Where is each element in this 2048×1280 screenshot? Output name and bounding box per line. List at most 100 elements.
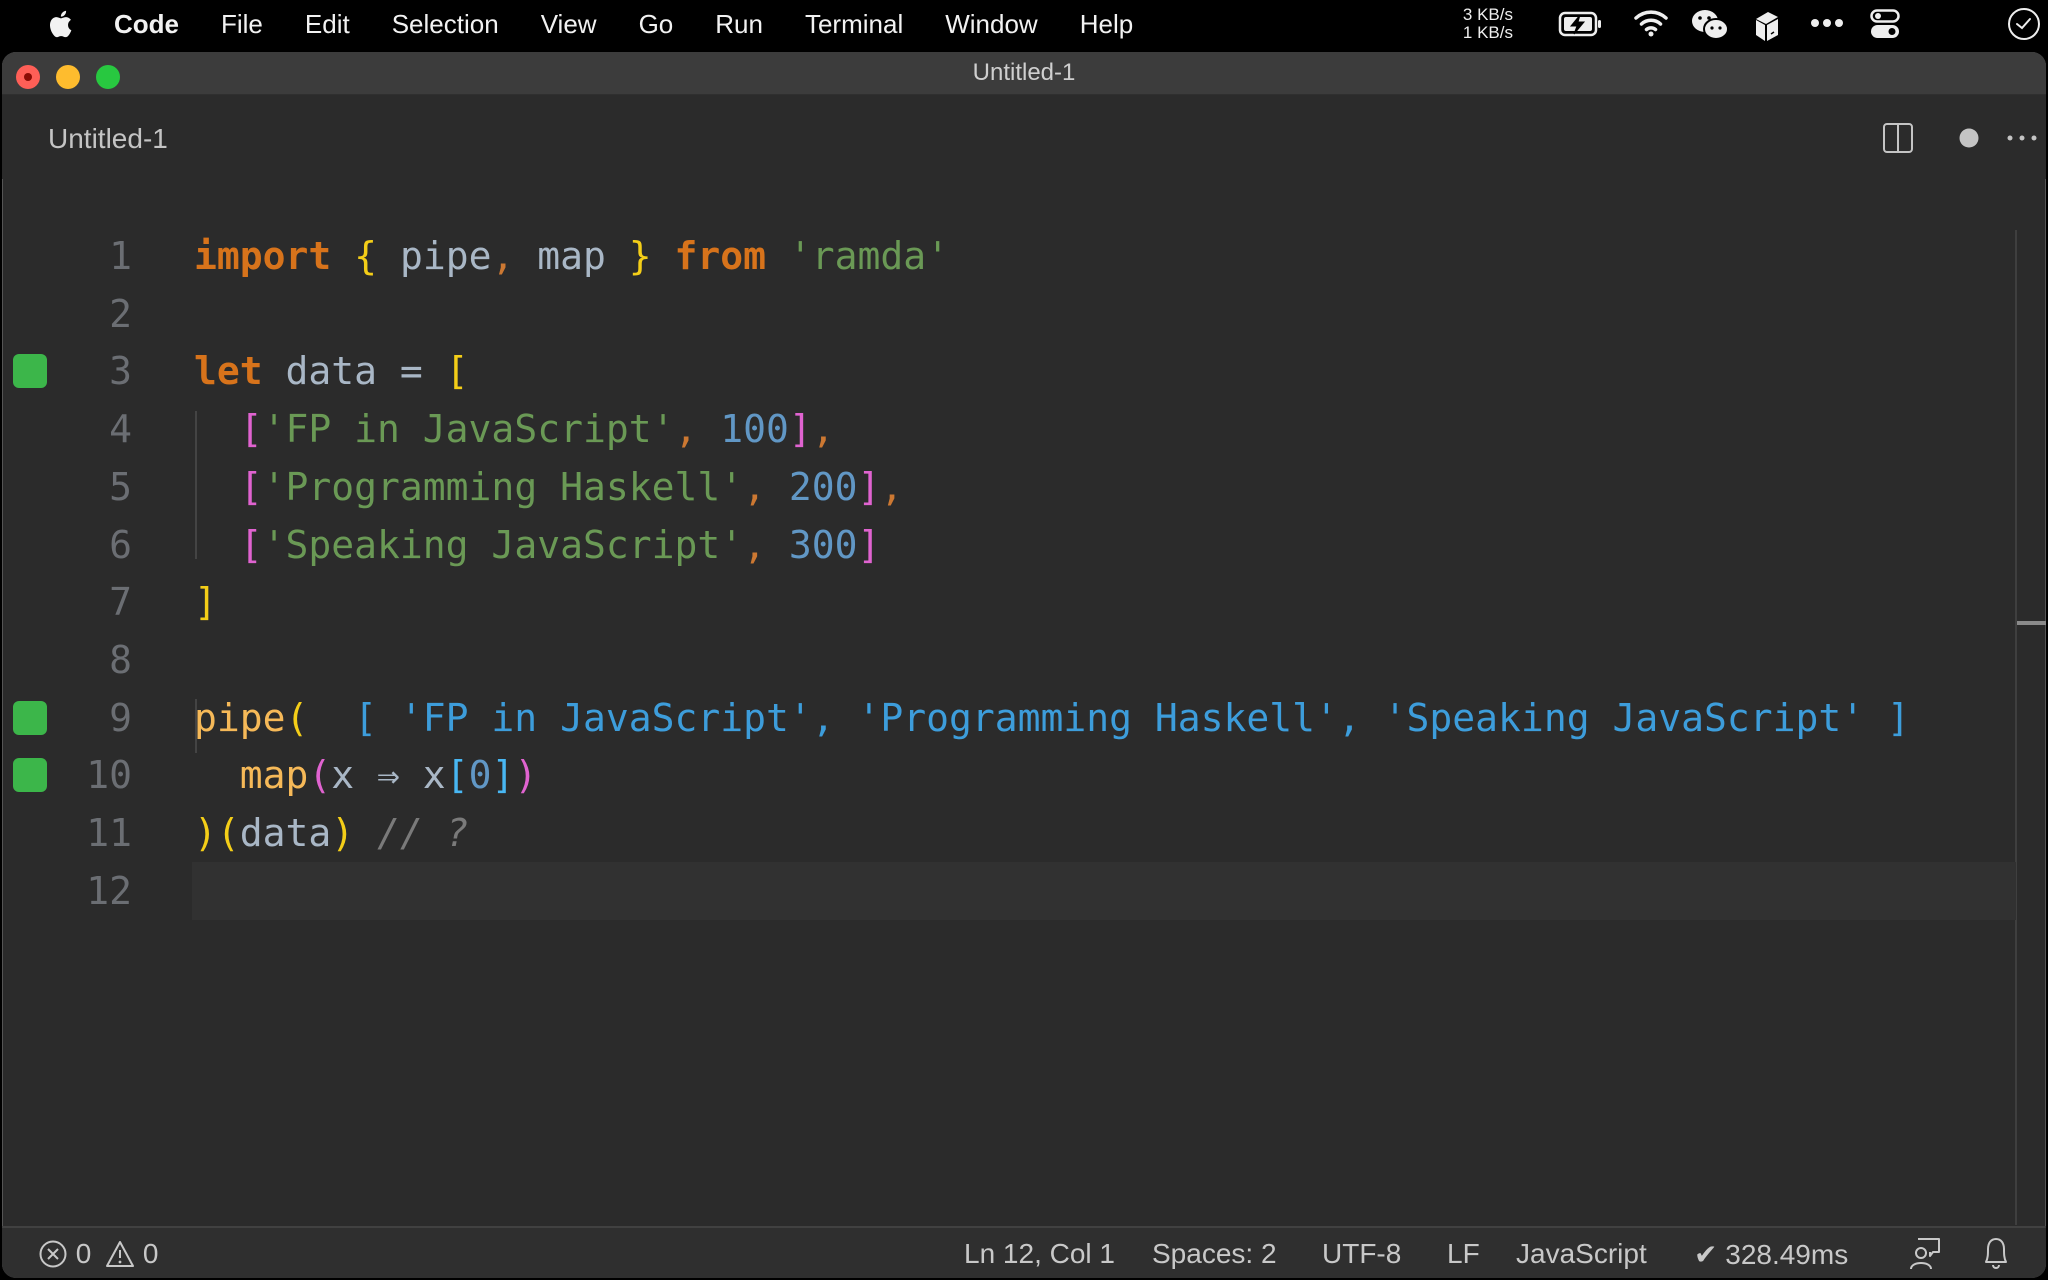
code-token: pipe bbox=[194, 696, 286, 740]
title-bar[interactable]: Untitled-1 bbox=[2, 52, 2046, 95]
package-icon[interactable] bbox=[1752, 9, 1782, 43]
feedback-icon[interactable] bbox=[1909, 1236, 1941, 1270]
coverage-marker-icon[interactable] bbox=[13, 758, 47, 792]
code-token: , bbox=[674, 407, 698, 451]
code-line[interactable]: 5 ['Programming Haskell', 200], bbox=[2, 458, 2046, 516]
line-number[interactable]: 3 bbox=[62, 342, 132, 400]
code-token: 200 bbox=[788, 465, 858, 509]
code-token: } bbox=[628, 234, 652, 278]
line-number[interactable]: 7 bbox=[62, 573, 132, 631]
battery-charging-icon[interactable] bbox=[1558, 9, 1604, 39]
code-token: , bbox=[880, 465, 904, 509]
line-number[interactable]: 1 bbox=[62, 227, 132, 285]
code-token: ] bbox=[788, 407, 812, 451]
line-number[interactable]: 2 bbox=[62, 285, 132, 343]
line-source: )(data) // ? bbox=[194, 804, 469, 862]
quokka-timing[interactable]: ✔ 328.49ms bbox=[1694, 1238, 1848, 1271]
code-line[interactable]: 6 ['Speaking JavaScript', 300] bbox=[2, 516, 2046, 574]
code-line[interactable]: 9 pipe( [ 'FP in JavaScript', 'Programmin… bbox=[2, 689, 2046, 747]
code-token: { bbox=[354, 234, 378, 278]
menu-selection[interactable]: Selection bbox=[392, 9, 499, 40]
menu-window[interactable]: Window bbox=[945, 9, 1037, 40]
code-token: map bbox=[514, 234, 629, 278]
line-number[interactable]: 5 bbox=[62, 458, 132, 516]
eol-setting[interactable]: LF bbox=[1447, 1238, 1480, 1270]
code-token: [ bbox=[239, 465, 263, 509]
unsaved-dot-icon[interactable] bbox=[1958, 127, 1980, 149]
code-token: data bbox=[239, 811, 332, 855]
menu-terminal[interactable]: Terminal bbox=[805, 9, 903, 40]
code-token: data = bbox=[262, 349, 446, 393]
line-number[interactable]: 8 bbox=[62, 631, 132, 689]
code-token: [ bbox=[239, 523, 263, 567]
coverage-marker-icon[interactable] bbox=[13, 701, 47, 735]
line-number[interactable]: 11 bbox=[62, 804, 132, 862]
indentation-setting[interactable]: Spaces: 2 bbox=[1152, 1238, 1277, 1270]
network-speed[interactable]: 3 KB/s 1 KB/s bbox=[1443, 6, 1513, 42]
code-line[interactable]: 4 ['FP in JavaScript', 100], bbox=[2, 400, 2046, 458]
menu-go[interactable]: Go bbox=[639, 9, 674, 40]
menu-view[interactable]: View bbox=[541, 9, 597, 40]
code-line[interactable]: 12 bbox=[2, 862, 2046, 920]
menu-help[interactable]: Help bbox=[1080, 9, 1133, 40]
code-token: ) bbox=[194, 811, 217, 855]
line-number[interactable]: 10 bbox=[62, 746, 132, 804]
line-source: import { pipe, map } from 'ramda' bbox=[194, 227, 949, 285]
code-token: ( bbox=[308, 753, 332, 797]
menu-app-name[interactable]: Code bbox=[114, 9, 179, 40]
code-line[interactable]: 11 )(data) // ? bbox=[2, 804, 2046, 862]
menu-file[interactable]: File bbox=[221, 9, 263, 40]
code-line[interactable]: 8 bbox=[2, 631, 2046, 689]
status-bar: 0 0 Ln 12, Col 1 Spaces: 2 UTF-8 LF Java… bbox=[2, 1226, 2046, 1278]
split-editor-icon[interactable] bbox=[1882, 122, 1914, 154]
wifi-icon[interactable] bbox=[1634, 9, 1668, 37]
code-token: [ bbox=[445, 753, 469, 797]
wechat-icon[interactable] bbox=[1690, 9, 1730, 41]
editor-tab-bar: Untitled-1 bbox=[2, 95, 2046, 179]
code-token: map bbox=[239, 753, 309, 797]
control-center-icon[interactable] bbox=[1870, 9, 1900, 39]
code-token: 100 bbox=[720, 407, 789, 451]
notifications-bell-icon[interactable] bbox=[1982, 1236, 2010, 1270]
language-mode[interactable]: JavaScript bbox=[1516, 1238, 1647, 1270]
code-line[interactable]: 1 import { pipe, map } from 'ramda' bbox=[2, 227, 2046, 285]
apple-logo-icon[interactable] bbox=[44, 8, 74, 40]
menu-edit[interactable]: Edit bbox=[305, 9, 350, 40]
more-icon[interactable] bbox=[1810, 16, 1844, 30]
code-line[interactable]: 3 let data = [ bbox=[2, 342, 2046, 400]
code-token: x ⇒ x bbox=[331, 753, 446, 797]
clock-icon[interactable] bbox=[2006, 6, 2042, 42]
coverage-marker-icon[interactable] bbox=[13, 354, 47, 388]
problems-indicator[interactable]: 0 0 bbox=[38, 1238, 159, 1270]
code-line[interactable]: 2 bbox=[2, 285, 2046, 343]
line-source: let data = [ bbox=[194, 342, 469, 400]
line-number[interactable]: 12 bbox=[62, 862, 132, 920]
line-number[interactable]: 6 bbox=[62, 516, 132, 574]
tab-untitled-1[interactable]: Untitled-1 bbox=[48, 123, 168, 155]
code-token: ) bbox=[331, 811, 355, 855]
code-editor[interactable]: 1 import { pipe, map } from 'ramda' 2 3 let … bbox=[2, 179, 2046, 1225]
code-token: 0 bbox=[468, 753, 492, 797]
more-actions-icon[interactable] bbox=[2006, 133, 2038, 143]
warning-icon bbox=[106, 1241, 135, 1267]
line-source: ['Speaking JavaScript', 300] bbox=[194, 516, 881, 574]
code-token: ( bbox=[216, 811, 240, 855]
encoding-setting[interactable]: UTF-8 bbox=[1322, 1238, 1401, 1270]
line-number[interactable]: 9 bbox=[62, 689, 132, 747]
network-download: 1 KB/s bbox=[1462, 23, 1513, 42]
code-line[interactable]: 10 map(x ⇒ x[0]) bbox=[2, 746, 2046, 804]
code-token: import bbox=[194, 234, 332, 278]
line-number[interactable]: 4 bbox=[62, 400, 132, 458]
code-token: 'Speaking JavaScript' bbox=[262, 523, 744, 567]
window-title: Untitled-1 bbox=[972, 59, 1076, 86]
line-source: ['Programming Haskell', 200], bbox=[194, 458, 904, 516]
cursor-position[interactable]: Ln 12, Col 1 bbox=[964, 1238, 1115, 1270]
macos-menu-bar: Code File Edit Selection View Go Run Ter… bbox=[0, 0, 2048, 48]
menu-run[interactable]: Run bbox=[715, 9, 763, 40]
code-line[interactable]: 7] bbox=[2, 573, 2046, 631]
